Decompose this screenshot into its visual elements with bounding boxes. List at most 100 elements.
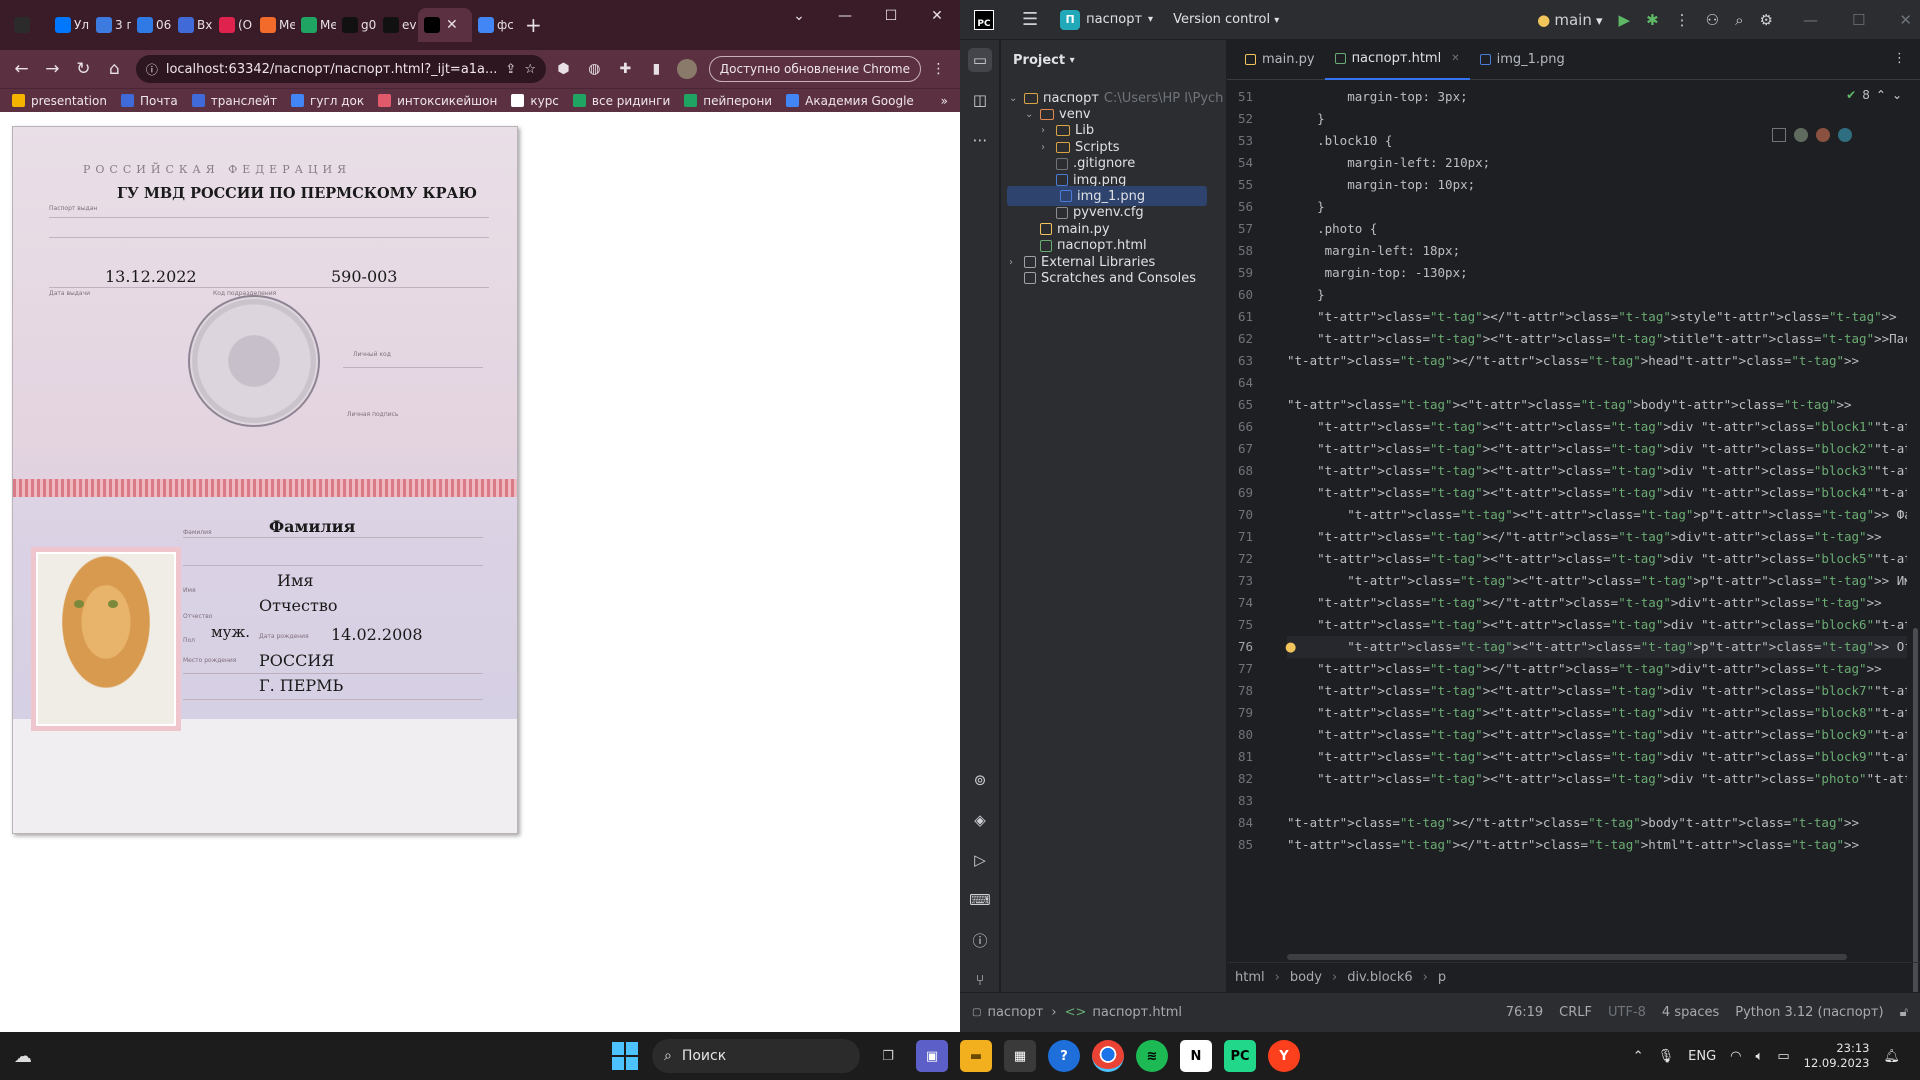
structure-icon[interactable]: ◫ [968, 88, 992, 112]
chevron-right-icon[interactable]: › [1009, 257, 1019, 268]
more-tabs-icon[interactable]: ⋮ [1893, 51, 1906, 66]
main-menu-icon[interactable]: ☰ [1022, 9, 1038, 30]
more-bookmarks-button[interactable]: » [941, 94, 948, 108]
clock[interactable]: 23:13 12.09.2023 [1804, 1041, 1870, 1071]
profile-avatar[interactable] [674, 54, 701, 84]
browser-tab[interactable]: Вх [172, 8, 213, 42]
code-line[interactable]: "t-attr">class="t-tag"></"t-attr">class=… [1287, 526, 1907, 548]
browser-tab[interactable]: ev [377, 8, 418, 42]
start-button[interactable] [612, 1042, 640, 1070]
back-icon[interactable]: ← [8, 54, 35, 84]
bookmark-item[interactable]: presentation [12, 94, 107, 108]
share-icon[interactable]: ⇪ [505, 62, 516, 77]
indent-setting[interactable]: 4 spaces [1662, 1005, 1719, 1020]
lightbulb-icon[interactable]: ● [1285, 640, 1296, 655]
close-button[interactable]: ✕ [914, 0, 960, 32]
project-widget[interactable]: П паспорт ▾ [1060, 9, 1153, 30]
volume-icon[interactable]: 🔈︎ [1756, 1049, 1764, 1064]
code-line[interactable]: .block10 { [1287, 130, 1907, 152]
browser-tab[interactable]: Ме [295, 8, 336, 42]
taskbar-search[interactable]: ⌕ Поиск [652, 1039, 860, 1073]
code-content[interactable]: margin-top: 3px; } .block10 { margin-lef… [1287, 86, 1907, 856]
services-icon[interactable]: ▷ [968, 848, 992, 872]
code-line[interactable]: "t-attr">class="t-tag"><"t-attr">class="… [1287, 702, 1907, 724]
code-line[interactable] [1287, 790, 1907, 812]
caret-position[interactable]: 76:19 [1506, 1005, 1543, 1020]
code-line[interactable]: "t-attr">class="t-tag"><"t-attr">class="… [1287, 680, 1907, 702]
input-language[interactable]: ENG [1688, 1049, 1716, 1064]
tray-overflow-icon[interactable]: ⌃ [1633, 1049, 1644, 1064]
chevron-down-icon[interactable]: ⌄ [1025, 109, 1035, 120]
code-line[interactable]: } [1287, 284, 1907, 306]
tab-search-icon[interactable]: ⌄ [776, 0, 822, 32]
code-line[interactable]: "t-attr">class="t-tag"></"t-attr">class=… [1287, 592, 1907, 614]
browser-tab[interactable]: Ме [254, 8, 295, 42]
bookmark-item[interactable]: пейперони [684, 94, 772, 108]
project-panel-header[interactable]: Project ▾ [1001, 40, 1226, 80]
bookmark-item[interactable]: все ридинги [572, 94, 670, 108]
yandex-browser-icon[interactable]: Y [1268, 1040, 1300, 1072]
wifi-icon[interactable]: ◠ [1730, 1049, 1741, 1064]
code-line[interactable]: "t-attr">class="t-tag"><"t-attr">class="… [1287, 724, 1907, 746]
browser-tab[interactable]: (О [213, 8, 254, 42]
python-interpreter[interactable]: Python 3.12 (паспорт) [1735, 1005, 1883, 1020]
breadcrumb-item[interactable]: p [1438, 970, 1446, 985]
close-tab-icon[interactable]: ✕ [446, 17, 458, 33]
more-tools-icon[interactable]: ⋯ [968, 128, 992, 152]
spotify-icon[interactable]: ≋ [1136, 1040, 1168, 1072]
git-icon[interactable]: ⑂ [968, 968, 992, 992]
editor-tab[interactable]: паспорт.html ✕ [1324, 39, 1470, 80]
browser-tab[interactable]: g0 [336, 8, 377, 42]
battery-icon[interactable]: ▭ [1777, 1049, 1789, 1064]
code-line[interactable]: "t-attr">class="t-tag"></"t-attr">class=… [1287, 812, 1907, 834]
code-line[interactable]: margin-left: 18px; [1287, 240, 1907, 262]
settings-gear-icon[interactable]: ⚙ [1760, 11, 1773, 29]
bookmark-star-icon[interactable]: ☆ [524, 62, 536, 77]
code-line[interactable]: margin-top: 3px; [1287, 86, 1907, 108]
browser-tab[interactable]: Ул [49, 8, 90, 42]
bookmark-item[interactable]: курс [511, 94, 559, 108]
vertical-scrollbar[interactable] [1912, 80, 1920, 1008]
code-line[interactable]: margin-left: 210px; [1287, 152, 1907, 174]
line-separator[interactable]: CRLF [1559, 1005, 1592, 1020]
home-icon[interactable]: ⌂ [101, 54, 128, 84]
microsoft-store-icon[interactable]: ▦ [1004, 1040, 1036, 1072]
site-info-icon[interactable]: ⓘ [146, 61, 158, 78]
extension-shield-icon[interactable]: ⬢ [550, 54, 577, 84]
new-tab-button[interactable]: + [525, 13, 542, 37]
terminal-icon[interactable]: ⌨ [968, 888, 992, 912]
horizontal-scrollbar[interactable] [1287, 954, 1847, 960]
status-path-project[interactable]: паспорт [987, 1005, 1043, 1020]
browser-tab[interactable] [8, 8, 49, 42]
code-line[interactable]: .photo { [1287, 218, 1907, 240]
address-bar[interactable]: ⓘ localhost:63342/паспорт/паспорт.html?_… [135, 55, 546, 83]
debug-icon[interactable]: ✱ [1646, 11, 1659, 29]
bookmark-item[interactable]: интоксикейшон [378, 94, 497, 108]
browser-tab[interactable]: 3 г [90, 8, 131, 42]
scrollbar-thumb[interactable] [1913, 628, 1918, 1008]
code-line[interactable]: } [1287, 108, 1907, 130]
maximize-button[interactable]: ☐ [1852, 11, 1865, 29]
code-with-me-icon[interactable]: ⚇ [1706, 11, 1719, 29]
file-encoding[interactable]: UTF-8 [1608, 1005, 1646, 1020]
browser-tab[interactable]: фс [472, 8, 513, 42]
forward-icon[interactable]: → [39, 54, 66, 84]
side-panel-icon[interactable]: ▮ [643, 54, 670, 84]
bookmark-item[interactable]: гугл док [291, 94, 364, 108]
code-line[interactable]: "t-attr">class="t-tag"><"t-attr">class="… [1287, 460, 1907, 482]
code-line[interactable]: "t-attr">class="t-tag"></"t-attr">class=… [1287, 658, 1907, 680]
code-line[interactable]: "t-attr">class="t-tag"><"t-attr">class="… [1287, 328, 1907, 350]
task-view-icon[interactable]: ❐ [872, 1040, 904, 1072]
breadcrumb-item[interactable]: body [1290, 970, 1322, 985]
browser-tab[interactable]: ✕ [418, 8, 472, 42]
code-line[interactable]: "t-attr">class="t-tag"><"t-attr">class="… [1287, 570, 1907, 592]
tree-item[interactable]: Scratches and Consoles [1001, 268, 1227, 288]
problems-icon[interactable]: ⓘ [968, 928, 992, 952]
reload-icon[interactable]: ↻ [70, 54, 97, 84]
project-folder-icon[interactable]: ▭ [968, 48, 992, 72]
branch-widget[interactable]: ● main ▾ [1537, 11, 1602, 29]
file-explorer-icon[interactable]: ▬ [960, 1040, 992, 1072]
more-actions-icon[interactable]: ⋮ [1675, 11, 1690, 29]
notion-icon[interactable]: N [1180, 1040, 1212, 1072]
vcs-widget[interactable]: Version control ▾ [1173, 12, 1279, 27]
